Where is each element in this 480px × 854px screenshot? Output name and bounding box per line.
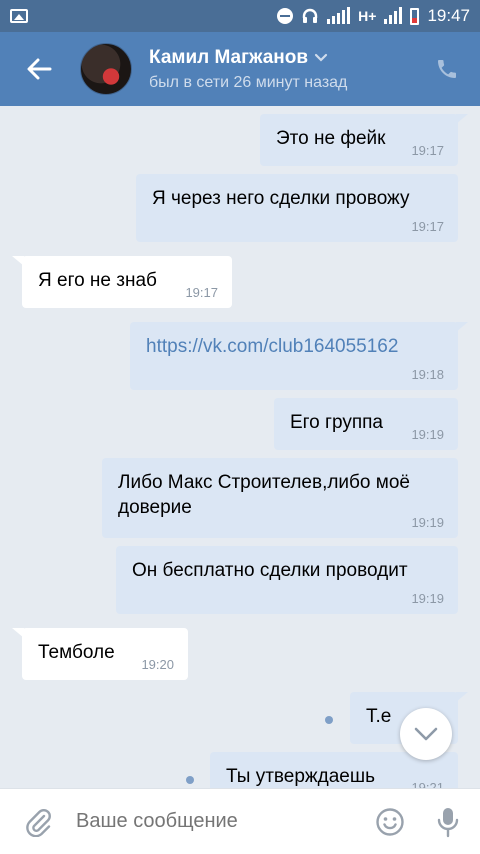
microphone-button[interactable] [432, 806, 464, 838]
emoji-button[interactable] [374, 806, 406, 838]
second-signal-icon [384, 7, 403, 24]
microphone-icon [437, 807, 459, 837]
avatar[interactable] [80, 43, 132, 95]
do-not-disturb-icon [277, 8, 294, 24]
message-outgoing[interactable]: Это не фейк 19:17 [260, 114, 468, 166]
message-time: 19:17 [185, 285, 218, 300]
gallery-notification-icon [10, 9, 28, 23]
message-outgoing[interactable]: https://vk.com/club164055162 19:18 [130, 322, 468, 390]
message-text: Он бесплатно сделки проводит [132, 560, 408, 581]
message-time: 19:20 [141, 657, 174, 672]
message-time: 19:19 [411, 427, 444, 442]
message-outgoing[interactable]: Его группа 19:19 [274, 398, 458, 450]
message-list[interactable]: Это не фейк 19:17 Я через него сделки пр… [0, 106, 480, 788]
message-time: 19:18 [411, 367, 444, 382]
message-time: 19:17 [411, 143, 444, 158]
message-time: 19:17 [411, 219, 444, 234]
message-incoming[interactable]: Темболе 19:20 [12, 628, 188, 680]
message-incoming[interactable]: Я его не знаб 19:17 [12, 256, 232, 308]
phone-icon [438, 60, 456, 78]
message-outgoing[interactable]: Он бесплатно сделки проводит 19:19 [116, 546, 458, 614]
message-text: Я через него сделки провожу [152, 188, 410, 209]
clock: 19:47 [427, 6, 470, 25]
message-outgoing[interactable]: Либо Макс Строителев,либо моё доверие 19… [102, 458, 458, 538]
last-seen-status: был в сети 26 минут назад [149, 73, 348, 91]
message-outgoing[interactable]: Я через него сделки провожу 19:17 [136, 174, 458, 242]
message-time: 19:19 [411, 515, 444, 530]
message-time: 19:21 [411, 780, 444, 788]
chevron-down-icon [314, 53, 328, 62]
message-time: 19:19 [411, 591, 444, 606]
scroll-to-bottom-button[interactable] [400, 708, 452, 760]
message-composer [0, 788, 480, 854]
unread-indicator [186, 776, 194, 784]
unread-indicator [325, 716, 333, 724]
chat-header: Камил Магжанов был в сети 26 минут назад [0, 32, 480, 106]
message-link[interactable]: https://vk.com/club164055162 [146, 334, 444, 359]
signal-strength-icon [327, 7, 351, 24]
paperclip-icon [26, 808, 51, 837]
smile-icon [376, 807, 404, 836]
back-button[interactable] [22, 52, 56, 86]
battery-icon [410, 7, 420, 25]
arrow-left-icon [27, 58, 52, 80]
contact-name: Камил Магжанов [149, 46, 309, 68]
contact-info[interactable]: Камил Магжанов был в сети 26 минут назад [149, 47, 430, 92]
message-input[interactable] [76, 810, 374, 833]
network-type: H+ [358, 8, 377, 24]
headset-icon [302, 8, 318, 23]
call-button[interactable] [430, 52, 464, 86]
message-text: Либо Макс Строителев,либо моё доверие [118, 472, 410, 518]
status-bar: H+ 19:47 [0, 0, 480, 32]
chevron-down-icon [414, 727, 438, 741]
attach-button[interactable] [22, 806, 54, 838]
